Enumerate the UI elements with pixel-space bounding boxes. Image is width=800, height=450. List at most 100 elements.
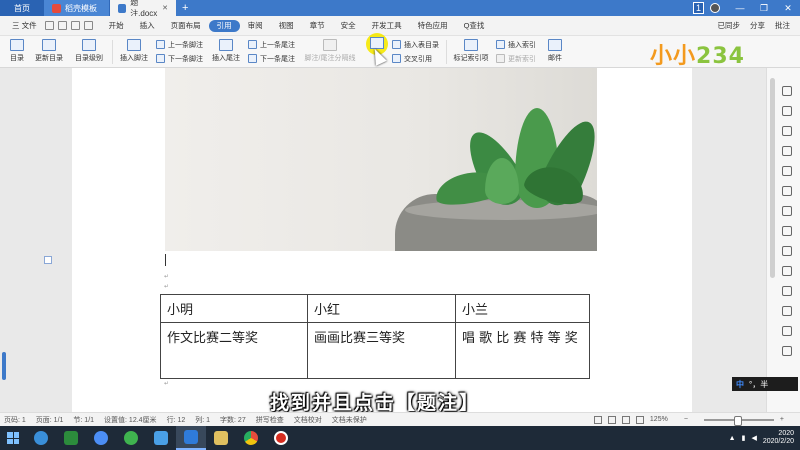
tray-clock[interactable]: 2020 2020/2/20: [763, 430, 794, 446]
table-cell[interactable]: 小兰: [455, 294, 590, 323]
history-icon[interactable]: [782, 346, 792, 356]
zoom-in-icon[interactable]: +: [780, 416, 784, 423]
undo-icon[interactable]: [70, 21, 80, 30]
notification-badge[interactable]: 1: [692, 2, 704, 14]
menu-start[interactable]: 开始: [101, 16, 132, 36]
proofread-button[interactable]: 文档校对: [294, 415, 322, 425]
footnote-separator-button[interactable]: 脚注/尾注分隔线: [300, 39, 360, 63]
shape-icon[interactable]: [782, 146, 792, 156]
sync-status[interactable]: 已同步: [718, 20, 741, 31]
taskbar-folder[interactable]: [206, 426, 236, 450]
tools-icon[interactable]: [782, 266, 792, 276]
table-cell[interactable]: 小明: [160, 294, 308, 323]
insert-footnote-button[interactable]: 插入脚注: [116, 39, 152, 63]
close-window-icon[interactable]: ✕: [776, 3, 800, 14]
toc-button[interactable]: 目录: [6, 39, 28, 63]
update-toc-button[interactable]: 更新目录: [32, 39, 66, 63]
avatar[interactable]: [710, 3, 720, 13]
network-icon[interactable]: ▮: [742, 434, 746, 442]
settings-icon[interactable]: [782, 326, 792, 336]
edit-icon[interactable]: [782, 126, 792, 136]
help-icon[interactable]: [782, 306, 792, 316]
tab-document[interactable]: 题注.docx ✕: [110, 0, 176, 18]
status-page[interactable]: 页码: 1: [4, 415, 26, 425]
protect-button[interactable]: 文档未保护: [332, 415, 367, 425]
update-index-button[interactable]: 更新索引: [496, 54, 536, 64]
new-tab-button[interactable]: +: [176, 0, 194, 16]
status-wordcount[interactable]: 字数: 27: [220, 415, 246, 425]
vertical-scrollbar[interactable]: [770, 78, 775, 278]
print-icon[interactable]: [57, 21, 67, 30]
cross-reference-button[interactable]: 交叉引用: [392, 54, 432, 64]
start-button[interactable]: [0, 426, 26, 450]
insert-index-button[interactable]: 插入索引: [496, 40, 536, 50]
next-footnote-button[interactable]: 下一条脚注: [156, 54, 203, 64]
menu-insert[interactable]: 插入: [132, 16, 163, 36]
menu-security[interactable]: 安全: [333, 16, 364, 36]
menu-view[interactable]: 视图: [271, 16, 302, 36]
mail-button[interactable]: 邮件: [544, 39, 566, 63]
succulent-photo[interactable]: [165, 68, 597, 251]
share-button[interactable]: 分享: [750, 20, 765, 31]
tab-home[interactable]: 首页: [0, 0, 44, 16]
insert-endnote-button[interactable]: 插入尾注: [208, 39, 244, 63]
taskbar-baidu[interactable]: [86, 426, 116, 450]
menu-developer[interactable]: 开发工具: [364, 16, 410, 36]
taskbar-store[interactable]: [56, 426, 86, 450]
search-box[interactable]: Q查找: [456, 16, 493, 36]
table-cell[interactable]: 唱 歌 比 赛 特 等 奖: [455, 322, 590, 379]
paragraph-handle-icon[interactable]: [44, 256, 52, 264]
taskbar-360[interactable]: [116, 426, 146, 450]
view-icon[interactable]: [635, 415, 644, 424]
menu-review[interactable]: 审阅: [240, 16, 271, 36]
zoom-level[interactable]: 125%: [650, 416, 668, 423]
tab-template-label: 稻壳模板: [65, 3, 97, 13]
select-icon[interactable]: [782, 86, 792, 96]
ime-indicator[interactable]: 中 °，半: [732, 377, 798, 391]
maximize-icon[interactable]: ❐: [752, 3, 776, 14]
taskbar-wps[interactable]: [176, 426, 206, 450]
toc-level-button[interactable]: 目录级别: [70, 39, 108, 63]
table-cell[interactable]: 小红: [307, 294, 456, 323]
link-icon[interactable]: [782, 166, 792, 176]
taskbar-ie[interactable]: [26, 426, 56, 450]
document-page[interactable]: ↵ ↵ 小明 小红 小兰 作文比赛二等奖 画画比赛三等奖 唱 歌 比 赛 特 等…: [72, 68, 692, 412]
taskbar-chrome[interactable]: [236, 426, 266, 450]
mark-index-button[interactable]: 标记索引项: [450, 39, 492, 63]
zoom-slider[interactable]: [703, 415, 774, 426]
table-cell[interactable]: 画画比赛三等奖: [307, 322, 456, 379]
share-icon[interactable]: [782, 286, 792, 296]
redo-icon[interactable]: [83, 21, 93, 30]
tab-template[interactable]: 稻壳模板: [44, 0, 110, 16]
view-icon[interactable]: [593, 415, 602, 424]
insert-table-toc-button[interactable]: 插入表目录: [392, 40, 439, 50]
status-col: 列: 1: [195, 416, 211, 424]
taskbar-qq[interactable]: [146, 426, 176, 450]
minimize-icon[interactable]: —: [728, 3, 752, 13]
menu-file[interactable]: 三 文件: [4, 16, 45, 36]
zoom-out-icon[interactable]: −: [684, 416, 688, 423]
close-tab-icon[interactable]: ✕: [162, 4, 168, 12]
chart-icon[interactable]: [782, 226, 792, 236]
tray-icon[interactable]: ▲: [729, 435, 736, 442]
menu-features[interactable]: 特色应用: [410, 16, 456, 36]
menu-section[interactable]: 章节: [302, 16, 333, 36]
grid-icon[interactable]: [782, 206, 792, 216]
spellcheck-button[interactable]: 拼写检查: [256, 415, 284, 425]
awards-table[interactable]: 小明 小红 小兰 作文比赛二等奖 画画比赛三等奖 唱 歌 比 赛 特 等 奖: [160, 294, 590, 379]
next-endnote-button[interactable]: 下一条尾注: [248, 54, 295, 64]
comment-button[interactable]: 批注: [775, 20, 790, 31]
menu-references[interactable]: 引用: [208, 19, 240, 32]
volume-icon[interactable]: ◀: [751, 434, 756, 442]
prev-endnote-button[interactable]: 上一条尾注: [248, 40, 295, 50]
save-icon[interactable]: [44, 21, 54, 30]
view-icon[interactable]: [607, 415, 616, 424]
style-icon[interactable]: [782, 106, 792, 116]
layout-icon[interactable]: [782, 246, 792, 256]
table-cell[interactable]: 作文比赛二等奖: [160, 322, 308, 379]
prev-footnote-button[interactable]: 上一条脚注: [156, 40, 203, 50]
table-icon[interactable]: [782, 186, 792, 196]
taskbar-record[interactable]: [266, 426, 296, 450]
view-icon[interactable]: [621, 415, 630, 424]
menu-page-layout[interactable]: 页面布局: [163, 16, 209, 36]
